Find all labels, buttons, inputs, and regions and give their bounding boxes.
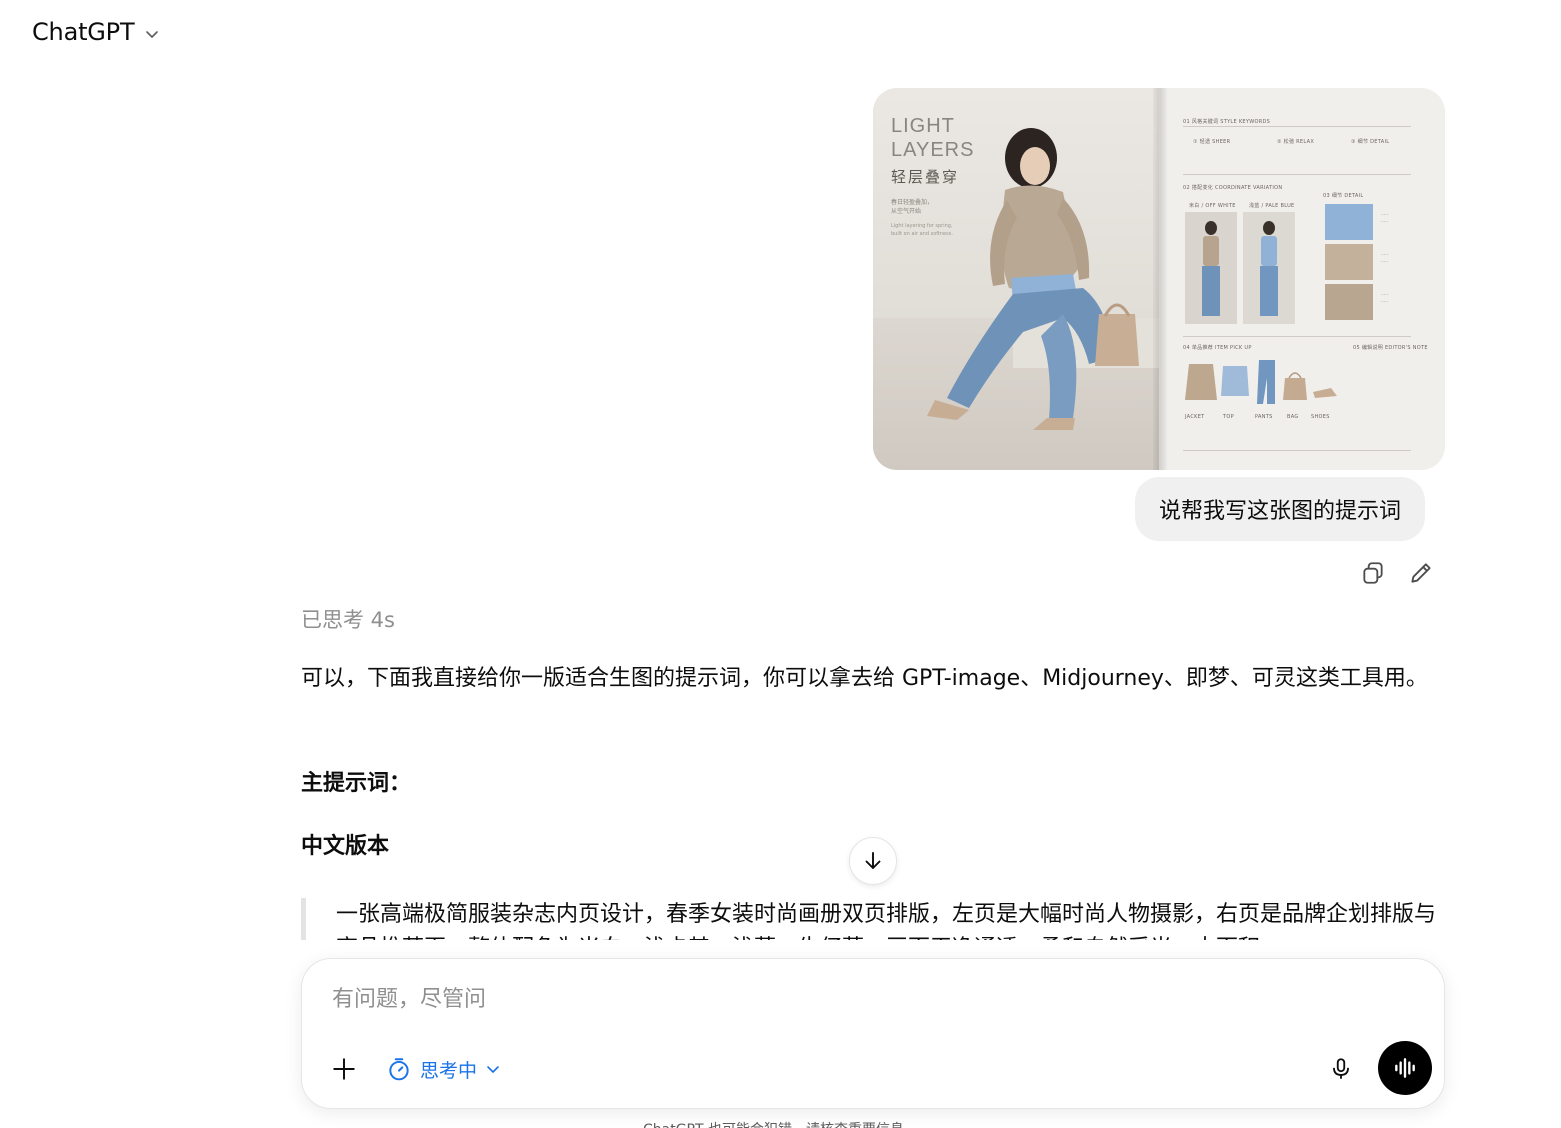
detail-swatch xyxy=(1325,284,1373,320)
magazine-spine xyxy=(1153,88,1167,470)
scroll-to-bottom-button[interactable] xyxy=(849,837,897,885)
outfit-photo xyxy=(1243,212,1295,324)
keyword-label: ① 轻透 SHEER xyxy=(1193,139,1231,145)
magazine-right-page: 01 风格关键词 STYLE KEYWORDS ① 轻透 SHEER ② 松弛 … xyxy=(1159,88,1445,470)
detail-swatch xyxy=(1325,244,1373,280)
keyword-label: ③ 细节 DETAIL xyxy=(1351,139,1390,145)
user-message-text: 说帮我写这张图的提示词 xyxy=(1159,499,1402,524)
add-attachment-button[interactable] xyxy=(324,1049,364,1089)
section-label: 03 细节 DETAIL xyxy=(1323,193,1364,199)
user-message-actions xyxy=(1356,556,1438,590)
magazine-title-cn: 轻层叠穿 xyxy=(891,168,960,186)
section-label: 04 单品推荐 ITEM PICK UP xyxy=(1183,345,1252,351)
magazine-left-page: LIGHT LAYERS 轻层叠穿 春日轻盈叠加， 从空气开始 Light la… xyxy=(873,88,1159,470)
chinese-version-heading: 中文版本 xyxy=(301,834,390,859)
prompt-input[interactable] xyxy=(332,981,1412,1017)
variation-label: 米白 / OFF WHITE xyxy=(1189,203,1236,209)
arrow-down-icon xyxy=(865,852,881,869)
item-pickups xyxy=(1185,360,1337,404)
copy-button[interactable] xyxy=(1356,556,1390,590)
magazine-caption-cn: 春日轻盈叠加， 从空气开始 xyxy=(891,199,934,215)
item-label: JACKET xyxy=(1185,414,1205,420)
outfit-photo xyxy=(1185,212,1237,324)
dictate-button[interactable] xyxy=(1321,1049,1361,1089)
item-label: PANTS xyxy=(1255,414,1273,420)
chevron-down-icon xyxy=(487,1066,499,1073)
user-message-bubble: 说帮我写这张图的提示词 xyxy=(1135,477,1426,541)
app-title: ChatGPT xyxy=(32,18,135,46)
detail-swatch xyxy=(1325,204,1373,240)
item-label: TOP xyxy=(1223,414,1234,420)
keyword-label: ② 松弛 RELAX xyxy=(1277,139,1315,145)
disclaimer-text: ChatGPT 也可能会犯错。请核查重要信息。 xyxy=(0,1119,1561,1128)
timer-icon xyxy=(389,1058,409,1081)
pencil-icon xyxy=(1411,563,1431,583)
uploaded-image[interactable]: LIGHT LAYERS 轻层叠穿 春日轻盈叠加， 从空气开始 Light la… xyxy=(873,88,1445,470)
thinking-mode-label: 思考中 xyxy=(420,1059,478,1082)
variation-label: 浅蓝 / PALE BLUE xyxy=(1249,203,1295,209)
item-label: SHOES xyxy=(1311,414,1330,420)
thinking-mode-button[interactable]: 思考中 xyxy=(376,1049,511,1089)
model-selector[interactable]: ChatGPT xyxy=(20,12,174,52)
copy-icon xyxy=(1363,562,1383,584)
thought-duration[interactable]: 已思考 4s xyxy=(301,604,395,634)
edit-button[interactable] xyxy=(1404,556,1438,590)
voice-waveform-icon xyxy=(1395,1058,1415,1078)
magazine-title: LIGHT LAYERS xyxy=(891,115,975,161)
microphone-icon xyxy=(1333,1058,1349,1079)
section-label: 01 风格关键词 STYLE KEYWORDS xyxy=(1183,119,1271,125)
message-composer: 思考中 xyxy=(301,958,1445,1109)
section-label: 05 编辑说明 EDITOR'S NOTE xyxy=(1353,345,1428,351)
section-label: 02 搭配变化 COORDINATE VARIATION xyxy=(1183,185,1283,191)
plus-icon xyxy=(333,1058,355,1080)
assistant-answer: 可以，下面我直接给你一版适合生图的提示词，你可以拿去给 GPT-image、Mi… xyxy=(301,666,1428,691)
chevron-down-icon xyxy=(142,24,162,44)
item-label: BAG xyxy=(1287,414,1299,420)
magazine-caption-en: Light layering for spring, built on air … xyxy=(891,223,953,237)
main-prompt-heading: 主提示词： xyxy=(301,771,412,796)
voice-mode-button[interactable] xyxy=(1378,1041,1432,1095)
